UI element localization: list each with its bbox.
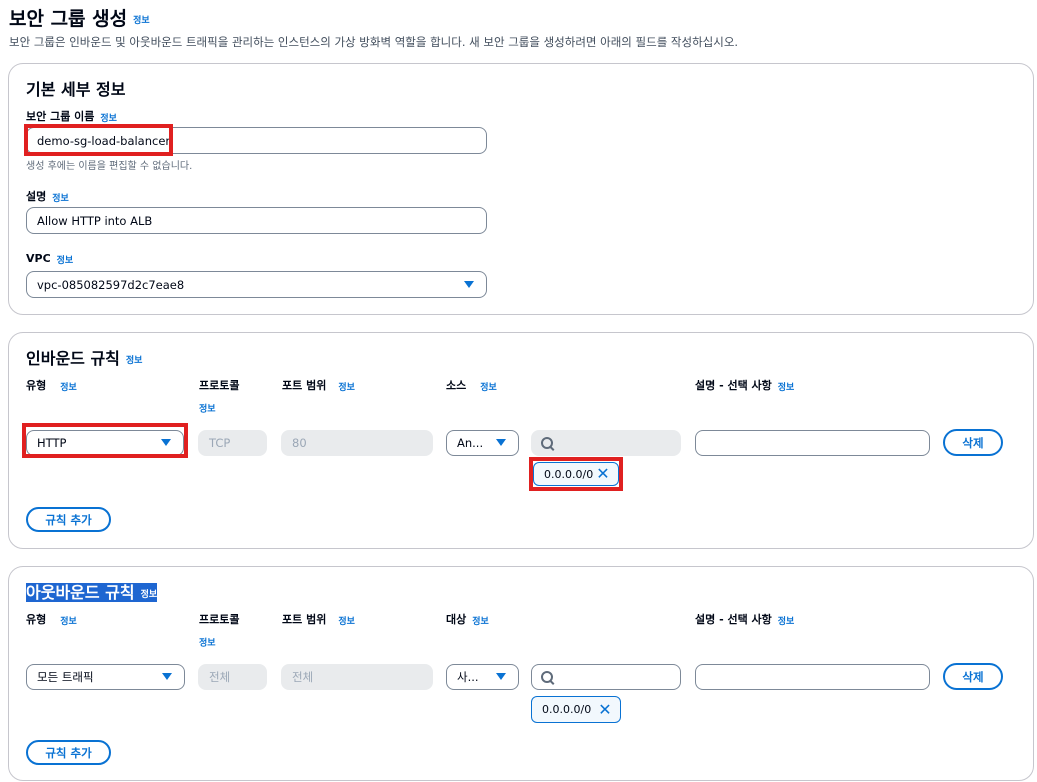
description-label: 설명 정보 [26,188,69,204]
outbound-type-info-link[interactable]: 정보 [60,617,77,627]
inbound-add-rule-button[interactable]: 규칙 추가 [26,507,111,532]
outbound-rules-title-text: 아웃바운드 규칙 [26,583,135,602]
page-title: 보안 그룹 생성 정보 [9,4,150,31]
outbound-type-value: 모든 트래픽 [37,670,94,684]
close-icon[interactable]: ✕ [596,466,610,482]
vpc-label-text: VPC [26,252,51,265]
inbound-delete-button[interactable]: 삭제 [943,429,1003,456]
sg-name-label-text: 보안 그룹 이름 [26,110,95,123]
basic-details-panel: 기본 세부 정보 보안 그룹 이름 정보 demo-sg-load-balance… [8,63,1034,315]
search-icon [541,437,553,449]
inbound-col-desc: 설명 - 선택 사항 정보 [695,377,794,393]
outbound-dest-info-link[interactable]: 정보 [472,617,489,627]
outbound-port-value: 전체 [292,670,314,684]
inbound-col-type: 유형 정보 [26,377,77,393]
inbound-cidr-search[interactable] [531,430,681,456]
description-label-text: 설명 [26,190,47,203]
inbound-type-select[interactable]: HTTP [26,430,184,456]
outbound-rules-panel: 아웃바운드 규칙 정보 유형 정보 프로토콜 정보 포트 범위 정보 대상 정보 설명 … [8,566,1034,781]
inbound-col-port-text: 포트 범위 [282,379,327,392]
outbound-delete-button[interactable]: 삭제 [943,663,1003,690]
description-value: Allow HTTP into ALB [37,213,153,228]
outbound-port-info-link[interactable]: 정보 [338,617,355,627]
outbound-rules-title: 아웃바운드 규칙 정보 [26,579,158,603]
inbound-cidr-token: 0.0.0.0/0 ✕ [533,462,619,486]
inbound-protocol-info-link[interactable]: 정보 [199,405,216,415]
outbound-protocol-info-link[interactable]: 정보 [199,639,216,649]
caret-down-icon [496,673,506,680]
inbound-port-info-link[interactable]: 정보 [338,383,355,393]
inbound-cidr-token-text: 0.0.0.0/0 [544,467,594,481]
sg-name-input[interactable]: demo-sg-load-balancer [26,127,487,154]
vpc-value: vpc-085082597d2c7eae8 [37,277,185,292]
caret-down-icon [162,673,172,680]
inbound-col-desc-text: 설명 - 선택 사항 [695,379,772,392]
outbound-add-rule-button[interactable]: 규칙 추가 [26,740,111,765]
outbound-col-port-text: 포트 범위 [282,613,327,626]
inbound-protocol-value: TCP [209,436,231,450]
outbound-protocol-input: 전체 [198,664,267,690]
outbound-cidr-token: 0.0.0.0/0 ✕ [531,696,621,723]
inbound-rules-panel: 인바운드 규칙 정보 유형 정보 프로토콜 정보 포트 범위 정보 소스 정보 설명 -… [8,332,1034,549]
caret-down-icon [496,439,506,446]
sg-name-info-link[interactable]: 정보 [100,114,117,124]
sg-name-value: demo-sg-load-balancer [37,133,171,148]
outbound-desc-info-link[interactable]: 정보 [778,617,795,627]
inbound-source-select[interactable]: An... [446,430,519,456]
description-info-link[interactable]: 정보 [52,194,69,204]
inbound-type-info-link[interactable]: 정보 [60,383,77,393]
inbound-port-input: 80 [281,430,433,456]
inbound-col-source-text: 소스 [446,379,467,392]
outbound-cidr-token-text: 0.0.0.0/0 [542,703,592,716]
outbound-dest-value: 사... [457,670,479,684]
page-subtitle: 보안 그룹은 인바운드 및 아웃바운드 트래픽을 관리하는 인스턴스의 가상 방… [9,35,739,49]
page-title-text: 보안 그룹 생성 [9,8,128,30]
sg-name-hint: 생성 후에는 이름을 편집할 수 없습니다. [26,161,193,172]
outbound-desc-input[interactable] [695,664,930,690]
outbound-info-link[interactable]: 정보 [141,590,158,600]
inbound-protocol-info: 정보 [199,401,216,415]
outbound-col-dest: 대상 정보 [446,611,489,627]
inbound-desc-input[interactable] [695,430,930,456]
outbound-col-desc: 설명 - 선택 사항 정보 [695,611,794,627]
outbound-col-dest-text: 대상 [446,613,467,626]
outbound-dest-select[interactable]: 사... [446,664,519,690]
inbound-rules-title-text: 인바운드 규칙 [26,349,120,368]
vpc-info-link[interactable]: 정보 [57,256,74,266]
inbound-col-type-text: 유형 [26,379,47,392]
outbound-port-input: 전체 [281,664,433,690]
inbound-col-protocol: 프로토콜 [199,379,240,392]
vpc-select[interactable]: vpc-085082597d2c7eae8 [26,271,487,298]
outbound-col-type: 유형 정보 [26,611,77,627]
outbound-type-select[interactable]: 모든 트래픽 [26,664,185,690]
outbound-col-desc-text: 설명 - 선택 사항 [695,613,772,626]
description-input[interactable]: Allow HTTP into ALB [26,207,487,234]
outbound-cidr-search[interactable] [531,664,681,690]
outbound-protocol-info: 정보 [199,635,216,649]
inbound-source-value: An... [457,436,484,450]
outbound-col-protocol: 프로토콜 [199,613,240,626]
outbound-col-type-text: 유형 [26,613,47,626]
caret-down-icon [464,280,474,288]
outbound-col-port: 포트 범위 정보 [282,611,355,627]
inbound-protocol-input: TCP [198,430,267,456]
vpc-label: VPC 정보 [26,252,73,266]
page-info-link[interactable]: 정보 [133,16,150,26]
sg-name-label: 보안 그룹 이름 정보 [26,108,117,124]
inbound-desc-info-link[interactable]: 정보 [778,383,795,393]
basic-details-title: 기본 세부 정보 [26,80,126,99]
inbound-info-link[interactable]: 정보 [126,356,143,366]
inbound-type-value: HTTP [37,436,67,450]
outbound-protocol-value: 전체 [209,670,231,684]
close-icon[interactable]: ✕ [598,701,612,718]
search-icon [541,671,553,683]
inbound-port-value: 80 [292,436,307,450]
inbound-col-source: 소스 정보 [446,377,497,393]
inbound-col-port: 포트 범위 정보 [282,377,355,393]
inbound-source-info-link[interactable]: 정보 [480,383,497,393]
inbound-rules-title: 인바운드 규칙 정보 [26,345,142,369]
caret-down-icon [161,439,171,446]
